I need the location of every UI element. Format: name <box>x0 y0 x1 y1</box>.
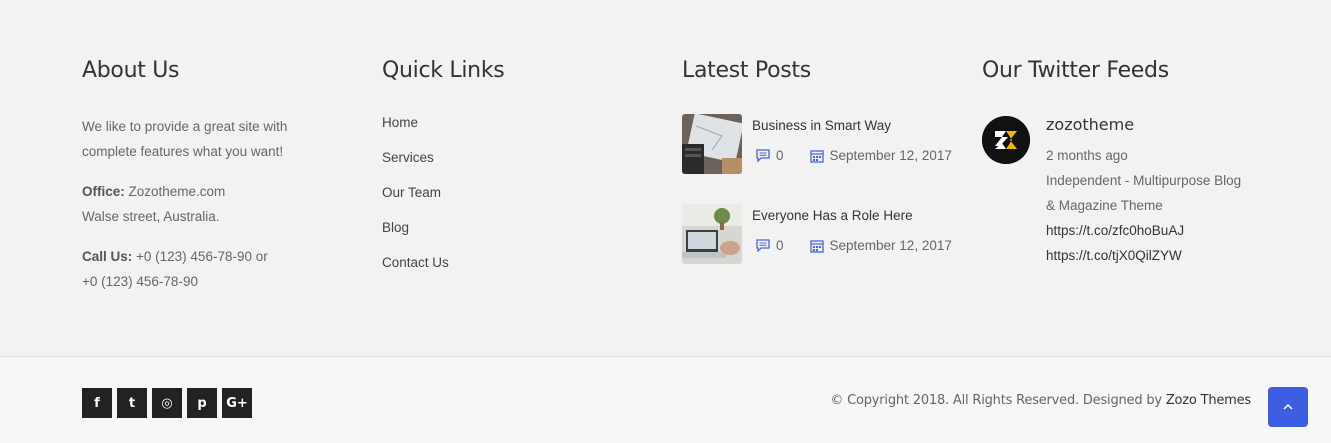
pinterest-icon[interactable]: p <box>187 388 217 418</box>
tweet-link-2[interactable]: https://t.co/tjX0QilZYW <box>1046 243 1276 268</box>
copyright-text: © Copyright 2018. All Rights Reserved. D… <box>830 393 1251 408</box>
about-title: About Us <box>82 58 180 83</box>
back-to-top-button[interactable] <box>1268 387 1308 427</box>
comment-count: 0 <box>776 238 784 253</box>
link-our-team[interactable]: Our Team <box>382 185 441 200</box>
office-line1: Zozotheme.com <box>124 184 226 199</box>
post-title[interactable]: Business in Smart Way <box>752 118 891 133</box>
post-meta: 0 September 12, 2017 <box>756 148 952 163</box>
post-thumbnail[interactable] <box>682 204 742 264</box>
quick-links-title: Quick Links <box>382 58 505 83</box>
post-item: Everyone Has a Role Here 0 September 12,… <box>682 204 962 264</box>
about-desc-line1: We like to provide a great site with <box>82 119 288 134</box>
latest-posts-title: Latest Posts <box>682 58 811 83</box>
footer-bottom-bar: f t ◎ p G+ © Copyright 2018. All Rights … <box>0 358 1331 443</box>
google-plus-icon[interactable]: G+ <box>222 388 252 418</box>
twitter-title: Our Twitter Feeds <box>982 58 1169 83</box>
comment-icon <box>756 239 770 252</box>
call-line1: +0 (123) 456-78-90 or <box>132 249 268 264</box>
facebook-icon[interactable]: f <box>82 388 112 418</box>
comment-icon <box>756 149 770 162</box>
post-title[interactable]: Everyone Has a Role Here <box>752 208 913 223</box>
latest-posts-widget: Latest Posts Business in Smart Way 0 Sep… <box>682 56 962 294</box>
footer-widgets: About Us We like to provide a great site… <box>0 0 1331 357</box>
twitter-widget: Our Twitter Feeds zozotheme 2 months ago… <box>982 56 1282 263</box>
twitter-handle[interactable]: zozotheme <box>1046 114 1276 136</box>
link-home[interactable]: Home <box>382 115 418 130</box>
call-line2: +0 (123) 456-78-90 <box>82 274 198 289</box>
link-contact-us[interactable]: Contact Us <box>382 255 449 270</box>
tweet-link-1[interactable]: https://t.co/zfc0hoBuAJ <box>1046 218 1276 243</box>
twitter-avatar[interactable] <box>982 116 1030 164</box>
quick-links-list: Home Services Our Team Blog Contact Us <box>382 114 642 289</box>
post-meta: 0 September 12, 2017 <box>756 238 952 253</box>
link-blog[interactable]: Blog <box>382 220 409 235</box>
tweet-text-line1: Independent - Multipurpose Blog <box>1046 173 1242 188</box>
post-date: September 12, 2017 <box>829 148 952 163</box>
calendar-icon <box>809 239 824 253</box>
post-thumbnail[interactable] <box>682 114 742 174</box>
post-date: September 12, 2017 <box>829 238 952 253</box>
about-widget: About Us We like to provide a great site… <box>82 56 342 309</box>
about-desc-line2: complete features what you want! <box>82 144 284 159</box>
post-item: Business in Smart Way 0 September 12, 20… <box>682 114 962 174</box>
about-text: We like to provide a great site with com… <box>82 114 342 294</box>
instagram-icon[interactable]: ◎ <box>152 388 182 418</box>
tweet-time: 2 months ago <box>1046 148 1128 163</box>
calendar-icon <box>809 149 824 163</box>
tweet-body: zozotheme 2 months ago Independent - Mul… <box>1046 114 1276 268</box>
tweet-text-line2: & Magazine Theme <box>1046 198 1163 213</box>
quick-links-widget: Quick Links Home Services Our Team Blog … <box>382 56 642 289</box>
designer-link[interactable]: Zozo Themes <box>1166 393 1251 408</box>
chevron-up-icon <box>1283 404 1293 410</box>
comment-count: 0 <box>776 148 784 163</box>
link-services[interactable]: Services <box>382 150 434 165</box>
call-label: Call Us: <box>82 249 133 264</box>
copyright-label: © Copyright 2018. All Rights Reserved. D… <box>830 393 1166 408</box>
office-line2: Walse street, Australia. <box>82 209 220 224</box>
office-label: Office: <box>82 184 125 199</box>
social-links: f t ◎ p G+ <box>82 388 257 418</box>
twitter-icon[interactable]: t <box>117 388 147 418</box>
